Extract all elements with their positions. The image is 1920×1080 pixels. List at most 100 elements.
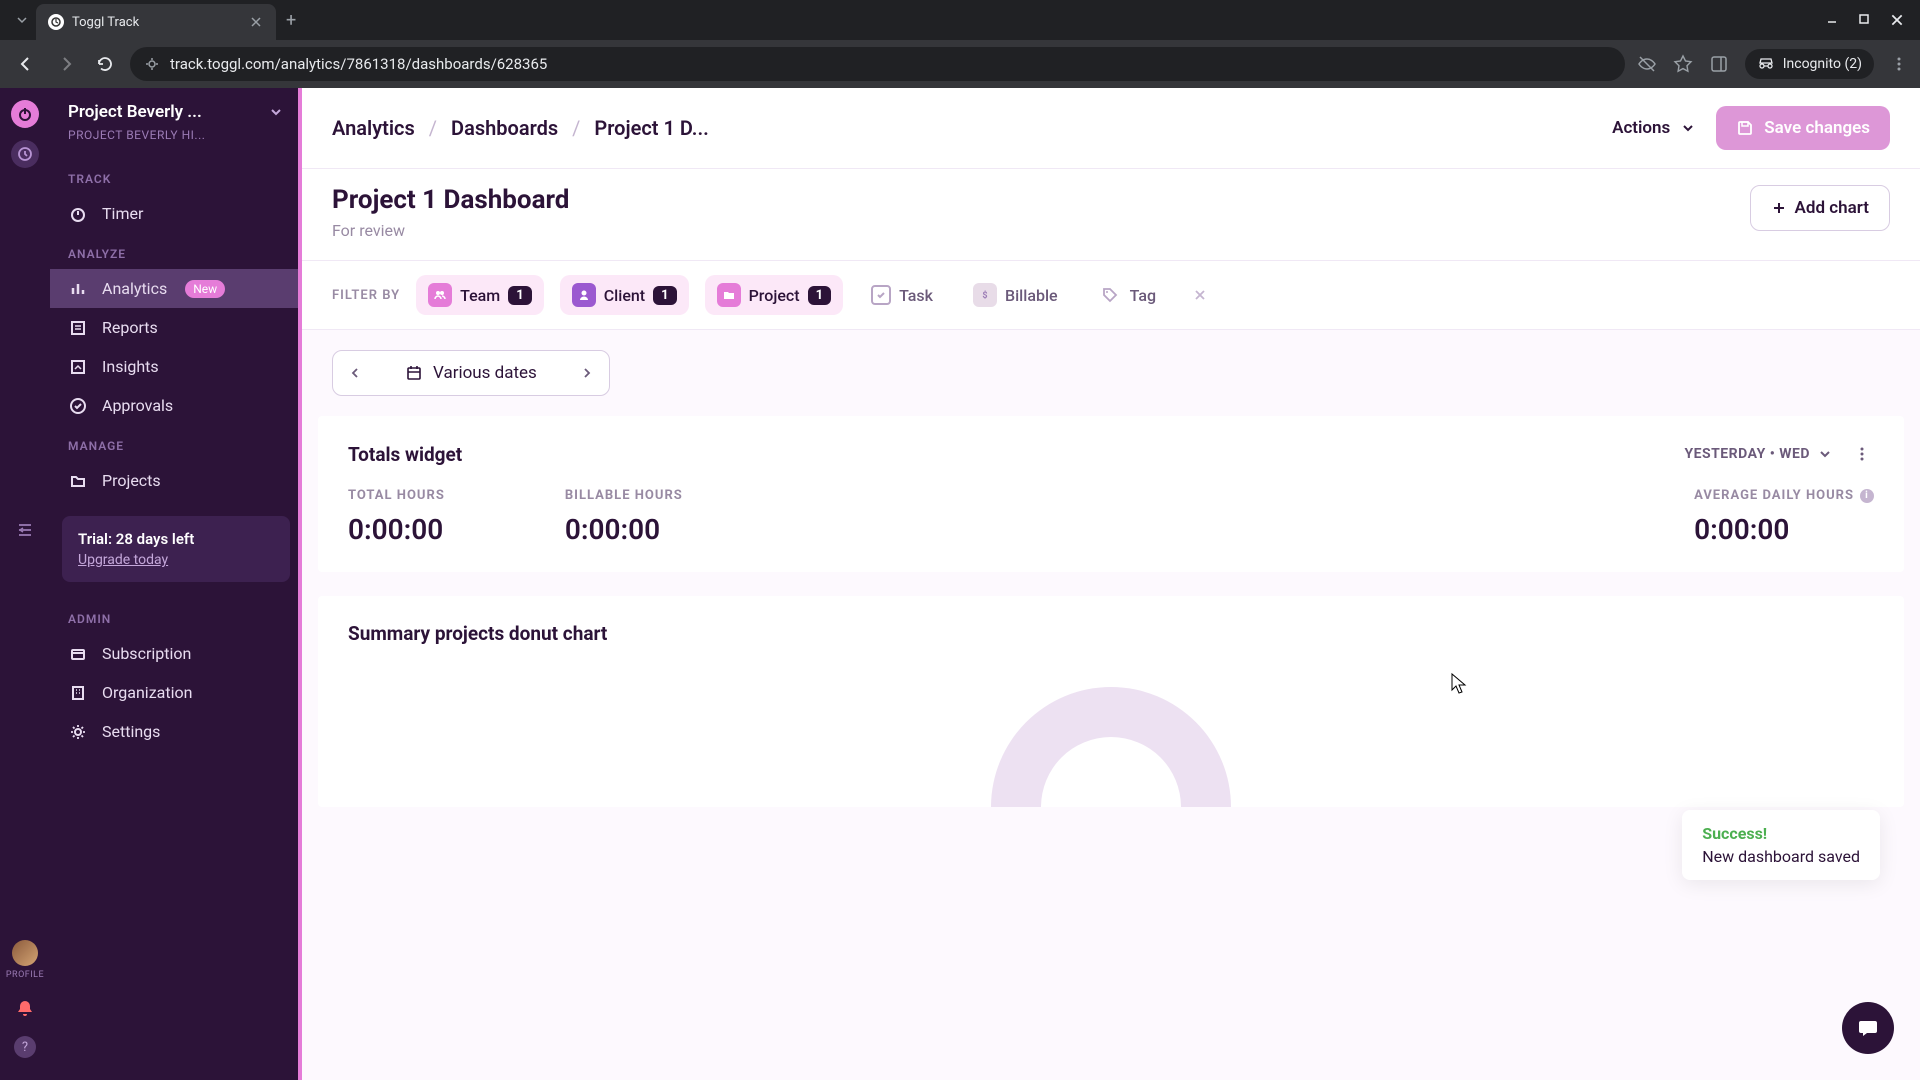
chevron-down-icon [1818,447,1832,461]
toast-title: Success! [1702,824,1860,843]
save-changes-button[interactable]: Save changes [1716,106,1890,150]
reload-icon[interactable] [92,51,118,77]
filter-tag[interactable]: Tag [1086,275,1168,315]
crumb-analytics[interactable]: Analytics [332,116,415,140]
add-chart-label: Add chart [1795,198,1869,218]
crumb-sep: / [572,116,580,140]
url-text: track.toggl.com/analytics/7861318/dashbo… [170,55,547,73]
sidebar: Project Beverly ... PROJECT BEVERLY HI..… [50,88,302,1080]
filter-count: 1 [808,286,831,305]
toast-body: New dashboard saved [1702,847,1860,866]
widget-date-selector[interactable]: YESTERDAY • WED [1684,446,1832,462]
sidebar-item-organization[interactable]: Organization [50,673,302,712]
browser-menu-icon[interactable] [1890,55,1908,73]
tab-search-dropdown[interactable] [8,10,36,30]
chevron-down-icon [1680,120,1696,136]
minimize-icon[interactable] [1826,13,1838,27]
upgrade-link[interactable]: Upgrade today [78,552,274,568]
section-track: TRACK [50,158,302,194]
actions-dropdown[interactable]: Actions [1608,110,1700,146]
clear-filters-icon[interactable] [1192,287,1208,303]
browser-toolbar: track.toggl.com/analytics/7861318/dashbo… [0,40,1920,88]
workspace-name: Project Beverly ... [68,102,260,122]
date-range-button[interactable]: Various dates [377,351,565,395]
back-icon[interactable] [12,50,40,78]
maximize-icon[interactable] [1858,13,1870,27]
sidebar-item-timer[interactable]: Timer [50,194,302,233]
project-icon [717,283,741,307]
sidebar-item-label: Timer [102,204,143,223]
notifications-icon[interactable] [15,998,35,1018]
new-badge: New [185,280,225,298]
toggl-logo-icon[interactable] [11,100,39,128]
page-title: Project 1 Dashboard [332,185,569,215]
section-admin: ADMIN [50,598,302,634]
title-row: Project 1 Dashboard For review Add chart [302,169,1920,261]
sidebar-item-analytics[interactable]: Analytics New [50,269,302,308]
gear-icon [68,723,88,741]
tab-close-icon[interactable] [248,14,264,30]
date-range-picker: Various dates [332,350,610,396]
chevron-down-icon [268,104,284,120]
eye-off-icon[interactable] [1637,54,1657,74]
widget-date-label: YESTERDAY • WED [1684,446,1810,462]
browser-tab[interactable]: Toggl Track [36,4,276,40]
filter-label: Billable [1005,286,1058,305]
collapse-sidebar-icon[interactable] [15,520,35,540]
date-prev-icon[interactable] [333,355,377,391]
save-icon [1736,119,1754,137]
sidebar-item-label: Projects [102,471,161,490]
total-hours-block: TOTAL HOURS 0:00:00 [348,488,445,546]
filter-count: 1 [653,286,676,305]
incognito-badge[interactable]: Incognito (2) [1745,49,1874,79]
window-controls [1826,13,1912,27]
date-next-icon[interactable] [565,355,609,391]
bookmark-star-icon[interactable] [1673,54,1693,74]
crumb-dashboards[interactable]: Dashboards [451,116,558,140]
sidebar-item-subscription[interactable]: Subscription [50,634,302,673]
forward-icon[interactable] [52,50,80,78]
filter-client[interactable]: Client 1 [560,275,689,315]
section-manage: MANAGE [50,425,302,461]
sidebar-item-reports[interactable]: Reports [50,308,302,347]
help-icon[interactable]: ? [14,1036,36,1058]
close-window-icon[interactable] [1890,13,1904,27]
team-icon [428,283,452,307]
new-tab-button[interactable]: + [276,6,306,35]
filter-label: Tag [1130,286,1156,305]
sidebar-item-label: Analytics [102,279,167,298]
sidebar-item-label: Settings [102,722,160,741]
approvals-icon [68,397,88,415]
chat-fab[interactable] [1842,1002,1894,1054]
crumb-current[interactable]: Project 1 D... [594,116,708,140]
sidebar-item-label: Subscription [102,644,191,663]
filter-project[interactable]: Project 1 [705,275,843,315]
avg-hours-label-text: AVERAGE DAILY HOURS [1694,488,1854,503]
profile-group[interactable]: PROFILE [6,940,44,980]
plus-icon [1771,200,1787,216]
filter-team[interactable]: Team 1 [416,275,544,315]
add-chart-button[interactable]: Add chart [1750,185,1890,231]
sidebar-item-insights[interactable]: Insights [50,347,302,386]
info-icon[interactable]: i [1860,489,1874,503]
rail-clock-icon[interactable] [11,140,39,168]
profile-label: PROFILE [6,970,44,980]
browser-tab-strip: Toggl Track + [0,0,1920,40]
sidebar-item-approvals[interactable]: Approvals [50,386,302,425]
date-label: Various dates [433,363,537,383]
side-panel-icon[interactable] [1709,54,1729,74]
site-info-icon[interactable] [144,56,160,72]
subscription-icon [68,645,88,663]
sidebar-item-settings[interactable]: Settings [50,712,302,751]
chat-icon [1856,1016,1880,1040]
avg-hours-block: AVERAGE DAILY HOURS i 0:00:00 [1694,488,1874,546]
tag-icon [1098,283,1122,307]
workspace-selector[interactable]: Project Beverly ... [50,102,302,128]
billable-hours-label: BILLABLE HOURS [565,488,683,503]
filter-task[interactable]: Task [859,277,945,313]
widget-menu-icon[interactable] [1850,442,1874,466]
filter-billable[interactable]: $ Billable [961,275,1070,315]
sidebar-item-projects[interactable]: Projects [50,461,302,500]
address-bar[interactable]: track.toggl.com/analytics/7861318/dashbo… [130,47,1625,81]
insights-icon [68,358,88,376]
